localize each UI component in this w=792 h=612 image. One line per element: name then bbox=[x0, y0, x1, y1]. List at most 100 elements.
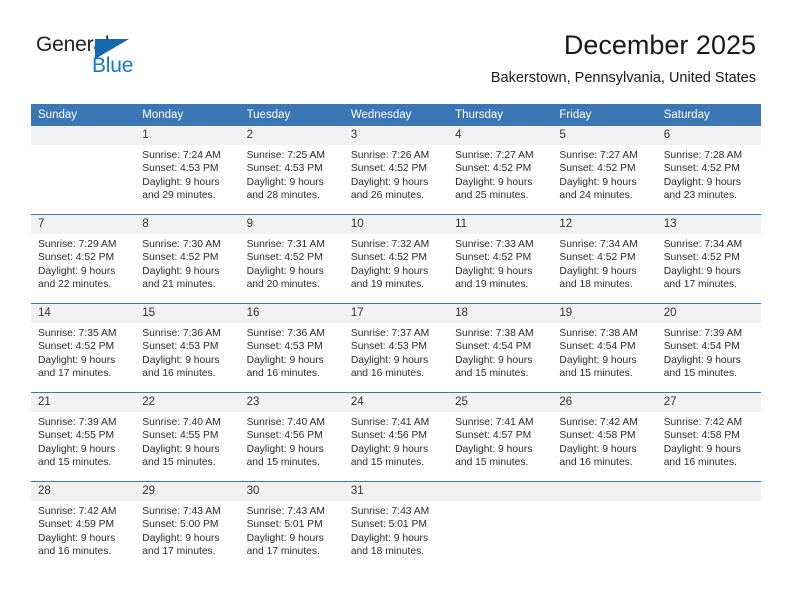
day-number: 4 bbox=[448, 126, 553, 145]
calendar-day-cell[interactable]: 9 Sunrise: 7:31 AM Sunset: 4:52 PM Daylight… bbox=[239, 214, 344, 304]
day-number bbox=[31, 126, 136, 145]
calendar-day-cell[interactable]: 16 Sunrise: 7:36 AM Sunset: 4:53 PM Dayligh… bbox=[239, 303, 344, 393]
calendar-day-cell[interactable]: 10 Sunrise: 7:32 AM Sunset: 4:52 PM Dayligh… bbox=[343, 214, 449, 304]
day-detail-line: Daylight: 9 hours bbox=[559, 443, 637, 455]
day-cell-inner: 19 Sunrise: 7:38 AM Sunset: 4:54 PM Dayligh… bbox=[552, 304, 657, 392]
calendar-day-cell[interactable]: 14 Sunrise: 7:35 AM Sunset: 4:52 PM Dayligh… bbox=[31, 303, 136, 393]
day-detail-line: Sunset: 4:53 PM bbox=[246, 341, 323, 353]
brand-logo[interactable]: General Blue bbox=[36, 33, 166, 85]
calendar-week-row: 28 Sunrise: 7:42 AM Sunset: 4:59 PM Dayligh… bbox=[31, 481, 761, 570]
day-number bbox=[656, 482, 761, 501]
calendar-day-cell[interactable]: 24 Sunrise: 7:41 AM Sunset: 4:56 PM Dayligh… bbox=[343, 392, 449, 482]
calendar-day-cell[interactable]: 3 Sunrise: 7:26 AM Sunset: 4:52 PM Daylight… bbox=[343, 126, 449, 215]
day-detail-line: Daylight: 9 hours bbox=[142, 354, 220, 366]
day-detail-line: and 18 minutes. bbox=[350, 545, 425, 557]
day-detail-line: Sunset: 4:56 PM bbox=[350, 430, 427, 442]
calendar-day-cell-empty bbox=[31, 126, 136, 215]
calendar-day-cell[interactable]: 12 Sunrise: 7:34 AM Sunset: 4:52 PM Dayligh… bbox=[552, 214, 657, 304]
calendar-day-cell[interactable]: 7 Sunrise: 7:29 AM Sunset: 4:52 PM Daylight… bbox=[31, 214, 136, 304]
day-detail-line: and 17 minutes. bbox=[246, 545, 320, 557]
day-cell-inner: 11 Sunrise: 7:33 AM Sunset: 4:52 PM Dayligh… bbox=[448, 215, 553, 303]
day-number: 31 bbox=[343, 482, 449, 501]
calendar-day-cell-empty bbox=[656, 481, 761, 570]
calendar-day-cell[interactable]: 28 Sunrise: 7:42 AM Sunset: 4:59 PM Dayligh… bbox=[31, 481, 136, 570]
day-detail-line: Sunset: 4:53 PM bbox=[142, 163, 219, 175]
calendar-day-cell[interactable]: 22 Sunrise: 7:40 AM Sunset: 4:55 PM Dayligh… bbox=[135, 392, 240, 482]
calendar-day-cell[interactable]: 26 Sunrise: 7:42 AM Sunset: 4:58 PM Dayligh… bbox=[552, 392, 657, 482]
day-details bbox=[448, 501, 552, 505]
day-number: 13 bbox=[656, 215, 761, 234]
day-detail-line: Sunset: 4:52 PM bbox=[663, 163, 740, 175]
calendar-day-cell[interactable]: 31 Sunrise: 7:43 AM Sunset: 5:01 PM Dayligh… bbox=[343, 481, 449, 570]
calendar-day-cell[interactable]: 17 Sunrise: 7:37 AM Sunset: 4:53 PM Dayligh… bbox=[343, 303, 449, 393]
day-detail-line: Sunset: 4:56 PM bbox=[246, 430, 323, 442]
calendar-day-cell[interactable]: 19 Sunrise: 7:38 AM Sunset: 4:54 PM Dayligh… bbox=[552, 303, 657, 393]
calendar-day-cell[interactable]: 25 Sunrise: 7:41 AM Sunset: 4:57 PM Dayligh… bbox=[448, 392, 553, 482]
day-cell-inner: 24 Sunrise: 7:41 AM Sunset: 4:56 PM Dayligh… bbox=[343, 393, 449, 481]
day-cell-inner: 15 Sunrise: 7:36 AM Sunset: 4:53 PM Dayligh… bbox=[135, 304, 240, 392]
day-detail-line: Sunrise: 7:39 AM bbox=[38, 417, 117, 428]
day-detail-line: Sunrise: 7:43 AM bbox=[142, 506, 221, 517]
day-detail-line: Daylight: 9 hours bbox=[246, 443, 324, 455]
day-cell-inner bbox=[31, 126, 136, 214]
day-detail-line: and 15 minutes. bbox=[663, 367, 737, 379]
calendar-day-cell[interactable]: 15 Sunrise: 7:36 AM Sunset: 4:53 PM Dayligh… bbox=[135, 303, 240, 393]
day-number: 17 bbox=[343, 304, 449, 323]
calendar-day-cell[interactable]: 29 Sunrise: 7:43 AM Sunset: 5:00 PM Dayligh… bbox=[135, 481, 240, 570]
calendar-day-cell[interactable]: 1 Sunrise: 7:24 AM Sunset: 4:53 PM Daylight… bbox=[135, 126, 240, 215]
day-number: 11 bbox=[448, 215, 553, 234]
day-number: 7 bbox=[31, 215, 136, 234]
day-number: 2 bbox=[239, 126, 344, 145]
calendar-week-row: 1 Sunrise: 7:24 AM Sunset: 4:53 PM Daylight… bbox=[31, 126, 761, 215]
day-cell-inner: 4 Sunrise: 7:27 AM Sunset: 4:52 PM Daylight… bbox=[448, 126, 553, 214]
day-cell-inner: 25 Sunrise: 7:41 AM Sunset: 4:57 PM Dayligh… bbox=[448, 393, 553, 481]
day-detail-line: and 19 minutes. bbox=[350, 278, 425, 290]
day-detail-line: Daylight: 9 hours bbox=[455, 354, 533, 366]
day-details: Sunrise: 7:36 AM Sunset: 4:53 PM Daylight:… bbox=[135, 323, 239, 380]
day-detail-line: Daylight: 9 hours bbox=[663, 354, 741, 366]
day-details: Sunrise: 7:43 AM Sunset: 5:00 PM Daylight:… bbox=[135, 501, 239, 558]
day-detail-line: Sunset: 4:54 PM bbox=[663, 341, 740, 353]
calendar-day-cell[interactable]: 23 Sunrise: 7:40 AM Sunset: 4:56 PM Dayligh… bbox=[239, 392, 344, 482]
calendar-day-cell[interactable]: 8 Sunrise: 7:30 AM Sunset: 4:52 PM Daylight… bbox=[135, 214, 240, 304]
day-details: Sunrise: 7:27 AM Sunset: 4:52 PM Daylight:… bbox=[552, 145, 656, 202]
calendar-day-cell[interactable]: 20 Sunrise: 7:39 AM Sunset: 4:54 PM Dayligh… bbox=[656, 303, 761, 393]
weekday-header-wednesday: Wednesday bbox=[343, 104, 449, 126]
day-details: Sunrise: 7:27 AM Sunset: 4:52 PM Daylight:… bbox=[448, 145, 552, 202]
day-number: 6 bbox=[656, 126, 761, 145]
day-detail-line: Daylight: 9 hours bbox=[38, 265, 116, 277]
calendar-day-cell[interactable]: 4 Sunrise: 7:27 AM Sunset: 4:52 PM Daylight… bbox=[448, 126, 553, 215]
day-detail-line: and 22 minutes. bbox=[38, 278, 112, 290]
calendar-day-cell[interactable]: 27 Sunrise: 7:42 AM Sunset: 4:58 PM Dayligh… bbox=[656, 392, 761, 482]
calendar-day-cell-empty bbox=[552, 481, 657, 570]
day-details: Sunrise: 7:36 AM Sunset: 4:53 PM Daylight:… bbox=[240, 323, 344, 380]
day-detail-line: Sunrise: 7:41 AM bbox=[455, 417, 534, 428]
day-cell-inner: 16 Sunrise: 7:36 AM Sunset: 4:53 PM Dayligh… bbox=[239, 304, 344, 392]
calendar-day-cell[interactable]: 18 Sunrise: 7:38 AM Sunset: 4:54 PM Dayligh… bbox=[448, 303, 553, 393]
calendar-day-cell[interactable]: 5 Sunrise: 7:27 AM Sunset: 4:52 PM Daylight… bbox=[552, 126, 657, 215]
day-detail-line: and 18 minutes. bbox=[559, 278, 633, 290]
day-detail-line: Daylight: 9 hours bbox=[559, 176, 637, 188]
calendar-day-cell[interactable]: 30 Sunrise: 7:43 AM Sunset: 5:01 PM Dayligh… bbox=[239, 481, 344, 570]
weekday-header-row: Sunday Monday Tuesday Wednesday Thursday… bbox=[31, 104, 761, 126]
day-number: 14 bbox=[31, 304, 136, 323]
page-header: General Blue December 2025 Bakerstown, P… bbox=[0, 0, 792, 104]
day-detail-line: Sunrise: 7:38 AM bbox=[559, 328, 638, 339]
day-number: 22 bbox=[135, 393, 240, 412]
calendar-day-cell[interactable]: 6 Sunrise: 7:28 AM Sunset: 4:52 PM Daylight… bbox=[656, 126, 761, 215]
calendar-day-cell[interactable]: 13 Sunrise: 7:34 AM Sunset: 4:52 PM Dayligh… bbox=[656, 214, 761, 304]
day-number: 21 bbox=[31, 393, 136, 412]
day-cell-inner: 14 Sunrise: 7:35 AM Sunset: 4:52 PM Dayligh… bbox=[31, 304, 136, 392]
day-detail-line: and 15 minutes. bbox=[246, 456, 320, 468]
day-cell-inner: 18 Sunrise: 7:38 AM Sunset: 4:54 PM Dayligh… bbox=[448, 304, 553, 392]
calendar-day-cell[interactable]: 2 Sunrise: 7:25 AM Sunset: 4:53 PM Daylight… bbox=[239, 126, 344, 215]
calendar-day-cell[interactable]: 21 Sunrise: 7:39 AM Sunset: 4:55 PM Dayligh… bbox=[31, 392, 136, 482]
calendar-day-cell[interactable]: 11 Sunrise: 7:33 AM Sunset: 4:52 PM Dayligh… bbox=[448, 214, 553, 304]
day-detail-line: and 16 minutes. bbox=[246, 367, 320, 379]
day-detail-line: Sunrise: 7:43 AM bbox=[350, 506, 430, 517]
day-detail-line: and 16 minutes. bbox=[559, 456, 633, 468]
day-detail-line: Daylight: 9 hours bbox=[142, 443, 220, 455]
day-details bbox=[657, 501, 761, 505]
day-number: 28 bbox=[31, 482, 136, 501]
day-detail-line: Sunset: 4:52 PM bbox=[38, 252, 115, 264]
